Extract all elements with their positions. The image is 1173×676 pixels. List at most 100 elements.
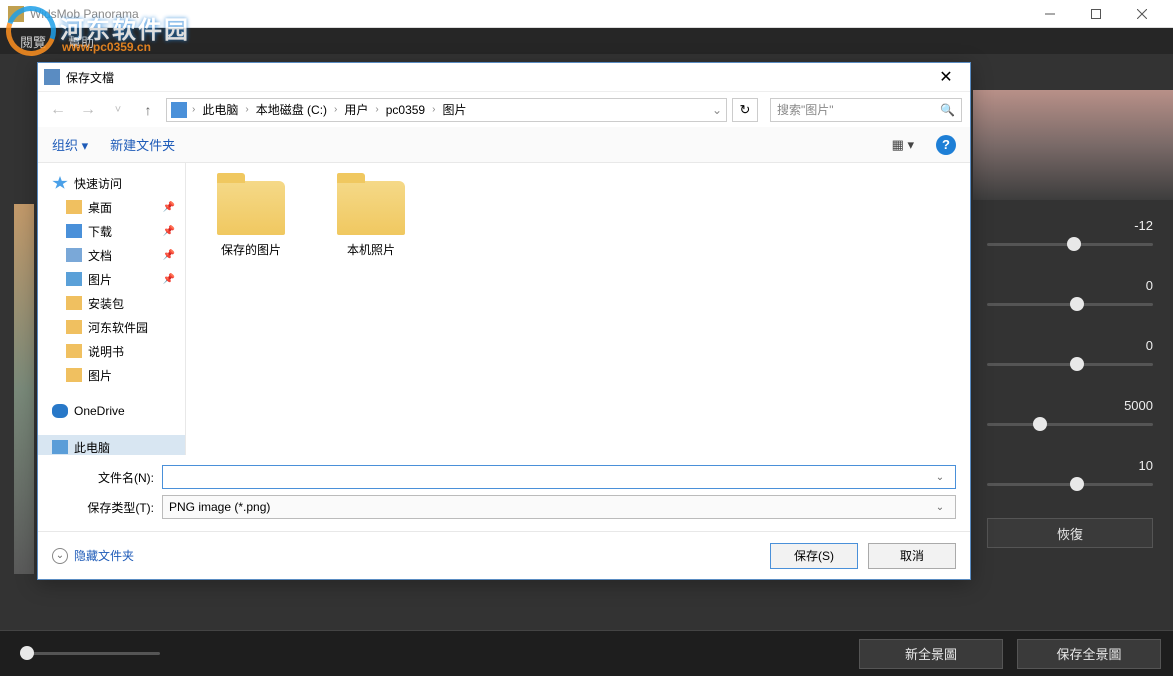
- tree-folder[interactable]: 图片: [38, 363, 185, 387]
- breadcrumb-item[interactable]: 用户: [342, 101, 370, 118]
- app-menubar: 閱覽 幫助: [0, 28, 1173, 54]
- folder-label: 本机照片: [347, 241, 395, 258]
- nav-forward-button[interactable]: →: [76, 98, 100, 122]
- tree-downloads[interactable]: 下载📌: [38, 219, 185, 243]
- adjustments-panel: -12 0 0 5000 10 恢復: [973, 204, 1173, 562]
- dialog-body: 快速访问 桌面📌 下载📌 文档📌 图片📌 安装包 河东软件园 说明书 图片 On…: [38, 163, 970, 455]
- slider-row: 0: [987, 278, 1153, 306]
- slider-value: 5000: [987, 398, 1153, 413]
- nav-recent-button[interactable]: ˅: [106, 98, 130, 122]
- chevron-right-icon: ›: [331, 104, 340, 115]
- dialog-titlebar: 保存文檔 ✕: [38, 63, 970, 91]
- folder-label: 保存的图片: [221, 241, 281, 258]
- breadcrumb[interactable]: › 此电脑 › 本地磁盘 (C:) › 用户 › pc0359 › 图片 ⌄: [166, 98, 727, 122]
- zoom-slider[interactable]: [20, 652, 160, 655]
- new-folder-button[interactable]: 新建文件夹: [110, 135, 175, 154]
- chevron-down-icon: ⌄: [52, 548, 68, 564]
- pin-icon: 📌: [163, 250, 175, 261]
- tree-folder[interactable]: 说明书: [38, 339, 185, 363]
- download-icon: [66, 224, 82, 238]
- folder-icon: [337, 181, 405, 235]
- hide-folders-button[interactable]: ⌄ 隐藏文件夹: [52, 547, 134, 564]
- tree-pictures[interactable]: 图片📌: [38, 267, 185, 291]
- nav-up-button[interactable]: ↑: [136, 98, 160, 122]
- dialog-icon: [44, 69, 60, 85]
- tree-documents[interactable]: 文档📌: [38, 243, 185, 267]
- slider-value: 10: [987, 458, 1153, 473]
- tree-onedrive[interactable]: OneDrive: [38, 399, 185, 423]
- minimize-button[interactable]: [1027, 0, 1073, 28]
- folder-icon: [217, 181, 285, 235]
- chevron-right-icon: ›: [189, 104, 198, 115]
- save-panorama-button[interactable]: 保存全景圖: [1017, 639, 1161, 669]
- breadcrumb-item[interactable]: 此电脑: [200, 101, 240, 118]
- refresh-button[interactable]: ↻: [732, 98, 758, 122]
- chevron-right-icon: ›: [372, 104, 381, 115]
- filetype-label: 保存类型(T):: [52, 499, 162, 516]
- breadcrumb-item[interactable]: 本地磁盘 (C:): [254, 101, 329, 118]
- folder-icon: [66, 296, 82, 310]
- folder-icon: [66, 320, 82, 334]
- slider-value: 0: [987, 278, 1153, 293]
- app-footer: 新全景圖 保存全景圖: [0, 630, 1173, 676]
- pin-icon: 📌: [163, 274, 175, 285]
- menu-view[interactable]: 閱覽: [20, 32, 46, 51]
- dialog-toolbar: 组织 ▾ 新建文件夹 ▦ ▾ ?: [38, 127, 970, 163]
- search-icon: 🔍: [940, 103, 955, 117]
- folder-item[interactable]: 保存的图片: [206, 181, 296, 258]
- chevron-right-icon: ›: [429, 104, 438, 115]
- breadcrumb-dropdown[interactable]: ⌄: [704, 103, 722, 117]
- filename-input[interactable]: ⌄: [162, 465, 956, 489]
- dialog-close-button[interactable]: ✕: [928, 64, 964, 90]
- tree-this-pc[interactable]: 此电脑: [38, 435, 185, 455]
- save-button[interactable]: 保存(S): [770, 543, 858, 569]
- restore-button[interactable]: 恢復: [987, 518, 1153, 548]
- maximize-button[interactable]: [1073, 0, 1119, 28]
- preview-image: [973, 90, 1173, 200]
- breadcrumb-item[interactable]: 图片: [440, 101, 468, 118]
- pin-icon: 📌: [163, 202, 175, 213]
- slider-1[interactable]: [987, 243, 1153, 246]
- slider-4[interactable]: [987, 423, 1153, 426]
- app-title: WidsMob Panorama: [30, 7, 139, 21]
- menu-help[interactable]: 幫助: [68, 32, 94, 51]
- slider-3[interactable]: [987, 363, 1153, 366]
- chevron-right-icon: ›: [242, 104, 251, 115]
- folder-item[interactable]: 本机照片: [326, 181, 416, 258]
- cancel-button[interactable]: 取消: [868, 543, 956, 569]
- nav-back-button[interactable]: ←: [46, 98, 70, 122]
- dialog-footer: ⌄ 隐藏文件夹 保存(S) 取消: [38, 531, 970, 579]
- search-input[interactable]: 搜索"图片" 🔍: [770, 98, 962, 122]
- help-button[interactable]: ?: [936, 135, 956, 155]
- view-options-button[interactable]: ▦ ▾: [892, 137, 914, 153]
- desktop-icon: [66, 200, 82, 214]
- filetype-select[interactable]: PNG image (*.png)⌄: [162, 495, 956, 519]
- slider-row: 5000: [987, 398, 1153, 426]
- tree-folder[interactable]: 安装包: [38, 291, 185, 315]
- chevron-down-icon[interactable]: ⌄: [931, 502, 949, 513]
- cloud-icon: [52, 404, 68, 418]
- folder-icon: [66, 344, 82, 358]
- slider-row: -12: [987, 218, 1153, 246]
- new-panorama-button[interactable]: 新全景圖: [859, 639, 1003, 669]
- pc-icon: [171, 102, 187, 118]
- organize-button[interactable]: 组织 ▾: [52, 135, 88, 154]
- tree-folder[interactable]: 河东软件园: [38, 315, 185, 339]
- pin-icon: 📌: [163, 226, 175, 237]
- slider-2[interactable]: [987, 303, 1153, 306]
- tree-quick-access[interactable]: 快速访问: [38, 171, 185, 195]
- tree-desktop[interactable]: 桌面📌: [38, 195, 185, 219]
- app-icon: [8, 6, 24, 22]
- breadcrumb-item[interactable]: pc0359: [384, 103, 427, 117]
- dialog-fields: 文件名(N): ⌄ 保存类型(T): PNG image (*.png)⌄: [38, 455, 970, 531]
- slider-value: -12: [987, 218, 1153, 233]
- close-button[interactable]: [1119, 0, 1165, 28]
- slider-5[interactable]: [987, 483, 1153, 486]
- filename-label: 文件名(N):: [52, 469, 162, 486]
- file-area[interactable]: 保存的图片 本机照片: [186, 163, 970, 455]
- save-dialog: 保存文檔 ✕ ← → ˅ ↑ › 此电脑 › 本地磁盘 (C:) › 用户 › …: [37, 62, 971, 580]
- pc-icon: [52, 440, 68, 454]
- slider-row: 0: [987, 338, 1153, 366]
- pictures-icon: [66, 272, 82, 286]
- chevron-down-icon[interactable]: ⌄: [931, 472, 949, 483]
